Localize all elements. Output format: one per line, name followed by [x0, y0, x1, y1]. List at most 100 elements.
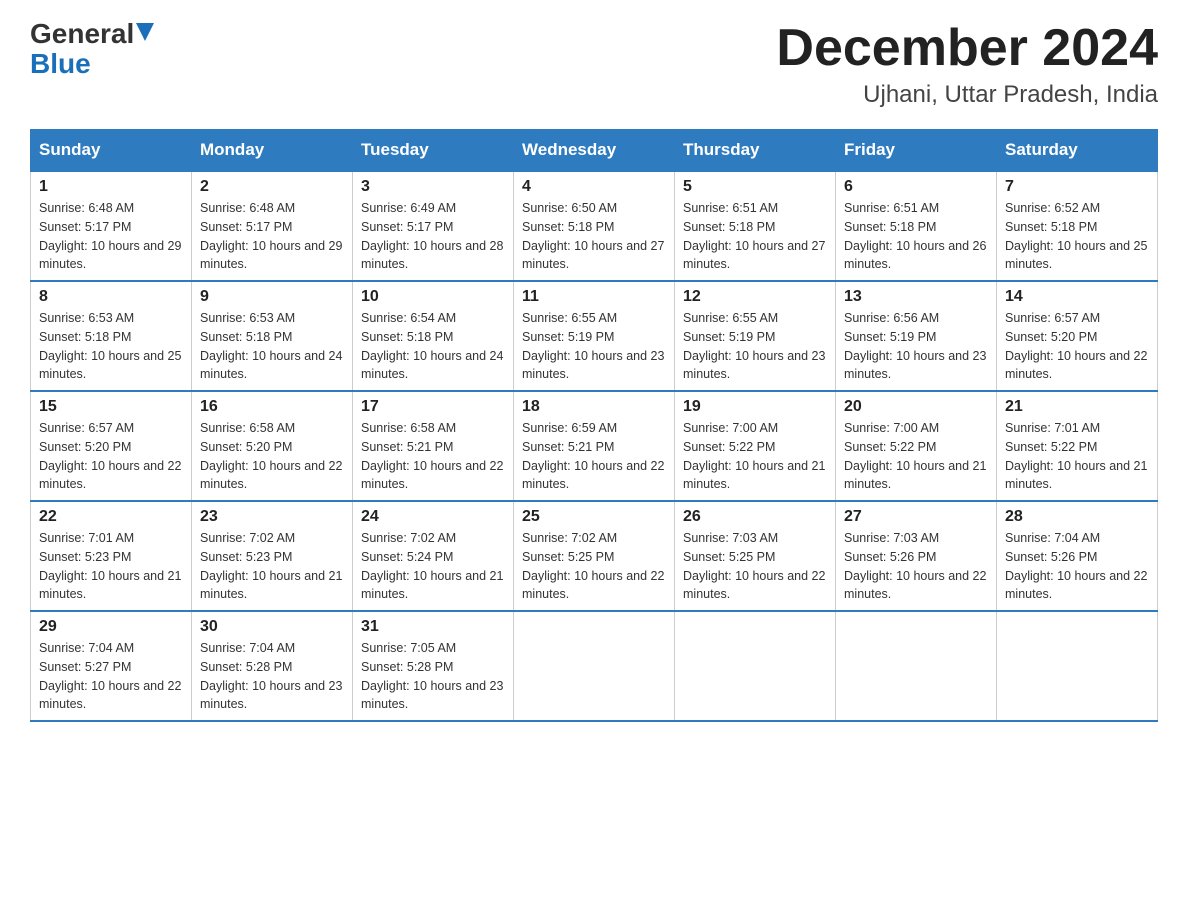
calendar-cell: 21 Sunrise: 7:01 AMSunset: 5:22 PMDaylig…	[997, 391, 1158, 501]
calendar-cell: 1 Sunrise: 6:48 AMSunset: 5:17 PMDayligh…	[31, 171, 192, 281]
logo-general-text: General	[30, 20, 134, 48]
calendar-cell: 11 Sunrise: 6:55 AMSunset: 5:19 PMDaylig…	[514, 281, 675, 391]
calendar-cell: 29 Sunrise: 7:04 AMSunset: 5:27 PMDaylig…	[31, 611, 192, 721]
day-number: 30	[200, 618, 344, 636]
day-info: Sunrise: 6:58 AMSunset: 5:20 PMDaylight:…	[200, 421, 342, 491]
day-number: 26	[683, 508, 827, 526]
page-header: General Blue December 2024 Ujhani, Uttar…	[30, 20, 1158, 109]
calendar-week-row: 15 Sunrise: 6:57 AMSunset: 5:20 PMDaylig…	[31, 391, 1158, 501]
day-number: 22	[39, 508, 183, 526]
day-number: 6	[844, 178, 988, 196]
calendar-cell: 27 Sunrise: 7:03 AMSunset: 5:26 PMDaylig…	[836, 501, 997, 611]
day-info: Sunrise: 7:00 AMSunset: 5:22 PMDaylight:…	[844, 421, 986, 491]
day-number: 24	[361, 508, 505, 526]
day-number: 27	[844, 508, 988, 526]
day-number: 13	[844, 288, 988, 306]
calendar-week-row: 1 Sunrise: 6:48 AMSunset: 5:17 PMDayligh…	[31, 171, 1158, 281]
calendar-cell	[997, 611, 1158, 721]
day-info: Sunrise: 6:53 AMSunset: 5:18 PMDaylight:…	[39, 311, 181, 381]
day-number: 11	[522, 288, 666, 306]
day-number: 15	[39, 398, 183, 416]
day-info: Sunrise: 6:56 AMSunset: 5:19 PMDaylight:…	[844, 311, 986, 381]
col-header-sunday: Sunday	[31, 130, 192, 172]
calendar-cell: 17 Sunrise: 6:58 AMSunset: 5:21 PMDaylig…	[353, 391, 514, 501]
day-number: 5	[683, 178, 827, 196]
day-info: Sunrise: 6:53 AMSunset: 5:18 PMDaylight:…	[200, 311, 342, 381]
calendar-cell: 24 Sunrise: 7:02 AMSunset: 5:24 PMDaylig…	[353, 501, 514, 611]
day-info: Sunrise: 6:54 AMSunset: 5:18 PMDaylight:…	[361, 311, 503, 381]
calendar-cell: 12 Sunrise: 6:55 AMSunset: 5:19 PMDaylig…	[675, 281, 836, 391]
day-number: 18	[522, 398, 666, 416]
calendar-cell: 20 Sunrise: 7:00 AMSunset: 5:22 PMDaylig…	[836, 391, 997, 501]
title-area: December 2024 Ujhani, Uttar Pradesh, Ind…	[776, 20, 1158, 109]
calendar-cell: 31 Sunrise: 7:05 AMSunset: 5:28 PMDaylig…	[353, 611, 514, 721]
day-info: Sunrise: 6:58 AMSunset: 5:21 PMDaylight:…	[361, 421, 503, 491]
day-info: Sunrise: 7:02 AMSunset: 5:23 PMDaylight:…	[200, 531, 342, 601]
day-info: Sunrise: 7:04 AMSunset: 5:28 PMDaylight:…	[200, 641, 342, 711]
calendar-cell: 25 Sunrise: 7:02 AMSunset: 5:25 PMDaylig…	[514, 501, 675, 611]
day-info: Sunrise: 7:02 AMSunset: 5:25 PMDaylight:…	[522, 531, 664, 601]
calendar-cell: 15 Sunrise: 6:57 AMSunset: 5:20 PMDaylig…	[31, 391, 192, 501]
day-info: Sunrise: 6:49 AMSunset: 5:17 PMDaylight:…	[361, 201, 503, 271]
day-info: Sunrise: 6:57 AMSunset: 5:20 PMDaylight:…	[39, 421, 181, 491]
day-number: 2	[200, 178, 344, 196]
day-number: 23	[200, 508, 344, 526]
calendar-cell: 18 Sunrise: 6:59 AMSunset: 5:21 PMDaylig…	[514, 391, 675, 501]
day-number: 4	[522, 178, 666, 196]
day-info: Sunrise: 7:03 AMSunset: 5:26 PMDaylight:…	[844, 531, 986, 601]
col-header-monday: Monday	[192, 130, 353, 172]
calendar-week-row: 29 Sunrise: 7:04 AMSunset: 5:27 PMDaylig…	[31, 611, 1158, 721]
calendar-week-row: 8 Sunrise: 6:53 AMSunset: 5:18 PMDayligh…	[31, 281, 1158, 391]
calendar-cell: 23 Sunrise: 7:02 AMSunset: 5:23 PMDaylig…	[192, 501, 353, 611]
day-number: 12	[683, 288, 827, 306]
day-info: Sunrise: 7:03 AMSunset: 5:25 PMDaylight:…	[683, 531, 825, 601]
day-number: 28	[1005, 508, 1149, 526]
month-title: December 2024	[776, 20, 1158, 77]
day-number: 14	[1005, 288, 1149, 306]
day-info: Sunrise: 6:50 AMSunset: 5:18 PMDaylight:…	[522, 201, 664, 271]
calendar-cell	[514, 611, 675, 721]
day-info: Sunrise: 6:55 AMSunset: 5:19 PMDaylight:…	[683, 311, 825, 381]
day-info: Sunrise: 6:52 AMSunset: 5:18 PMDaylight:…	[1005, 201, 1147, 271]
day-number: 25	[522, 508, 666, 526]
calendar-cell: 22 Sunrise: 7:01 AMSunset: 5:23 PMDaylig…	[31, 501, 192, 611]
calendar-cell: 14 Sunrise: 6:57 AMSunset: 5:20 PMDaylig…	[997, 281, 1158, 391]
day-number: 16	[200, 398, 344, 416]
calendar-cell: 13 Sunrise: 6:56 AMSunset: 5:19 PMDaylig…	[836, 281, 997, 391]
col-header-saturday: Saturday	[997, 130, 1158, 172]
day-info: Sunrise: 6:48 AMSunset: 5:17 PMDaylight:…	[200, 201, 342, 271]
col-header-thursday: Thursday	[675, 130, 836, 172]
col-header-tuesday: Tuesday	[353, 130, 514, 172]
calendar-week-row: 22 Sunrise: 7:01 AMSunset: 5:23 PMDaylig…	[31, 501, 1158, 611]
day-number: 31	[361, 618, 505, 636]
day-info: Sunrise: 7:01 AMSunset: 5:22 PMDaylight:…	[1005, 421, 1147, 491]
day-info: Sunrise: 7:04 AMSunset: 5:27 PMDaylight:…	[39, 641, 181, 711]
logo-triangle-icon	[136, 23, 154, 41]
day-info: Sunrise: 6:48 AMSunset: 5:17 PMDaylight:…	[39, 201, 181, 271]
calendar-header-row: SundayMondayTuesdayWednesdayThursdayFrid…	[31, 130, 1158, 172]
calendar-cell: 10 Sunrise: 6:54 AMSunset: 5:18 PMDaylig…	[353, 281, 514, 391]
day-info: Sunrise: 7:02 AMSunset: 5:24 PMDaylight:…	[361, 531, 503, 601]
calendar-cell: 30 Sunrise: 7:04 AMSunset: 5:28 PMDaylig…	[192, 611, 353, 721]
logo: General Blue	[30, 20, 154, 80]
day-info: Sunrise: 6:59 AMSunset: 5:21 PMDaylight:…	[522, 421, 664, 491]
calendar-cell: 4 Sunrise: 6:50 AMSunset: 5:18 PMDayligh…	[514, 171, 675, 281]
calendar-cell: 8 Sunrise: 6:53 AMSunset: 5:18 PMDayligh…	[31, 281, 192, 391]
day-number: 20	[844, 398, 988, 416]
calendar-table: SundayMondayTuesdayWednesdayThursdayFrid…	[30, 129, 1158, 722]
day-number: 7	[1005, 178, 1149, 196]
day-number: 19	[683, 398, 827, 416]
calendar-cell: 3 Sunrise: 6:49 AMSunset: 5:17 PMDayligh…	[353, 171, 514, 281]
calendar-cell	[836, 611, 997, 721]
calendar-cell: 7 Sunrise: 6:52 AMSunset: 5:18 PMDayligh…	[997, 171, 1158, 281]
col-header-friday: Friday	[836, 130, 997, 172]
calendar-cell: 16 Sunrise: 6:58 AMSunset: 5:20 PMDaylig…	[192, 391, 353, 501]
day-info: Sunrise: 7:01 AMSunset: 5:23 PMDaylight:…	[39, 531, 181, 601]
calendar-cell: 6 Sunrise: 6:51 AMSunset: 5:18 PMDayligh…	[836, 171, 997, 281]
col-header-wednesday: Wednesday	[514, 130, 675, 172]
day-number: 21	[1005, 398, 1149, 416]
calendar-cell: 5 Sunrise: 6:51 AMSunset: 5:18 PMDayligh…	[675, 171, 836, 281]
logo-blue-text: Blue	[30, 48, 91, 79]
calendar-cell: 19 Sunrise: 7:00 AMSunset: 5:22 PMDaylig…	[675, 391, 836, 501]
day-info: Sunrise: 7:04 AMSunset: 5:26 PMDaylight:…	[1005, 531, 1147, 601]
